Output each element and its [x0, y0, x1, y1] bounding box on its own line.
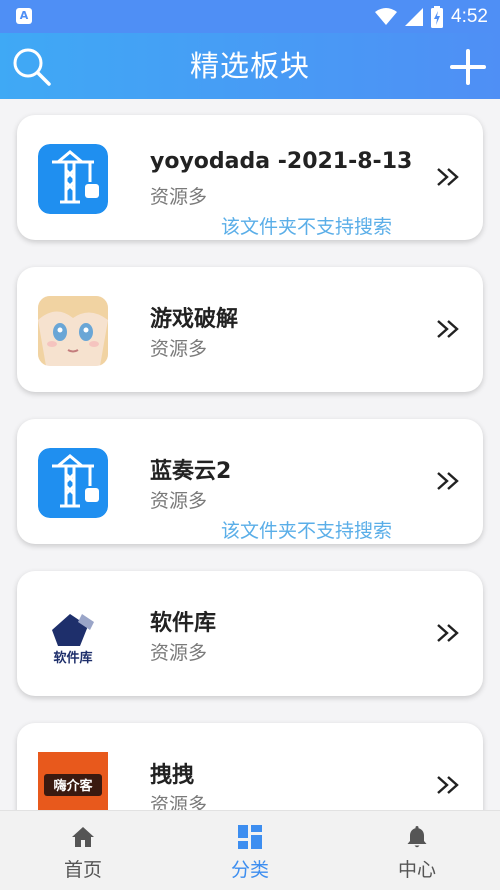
signal-icon — [405, 8, 424, 26]
board-card[interactable]: 软件库 软件库 资源多 — [17, 571, 483, 696]
nav-home[interactable]: 首页 — [23, 811, 143, 890]
software-library-logo: 软件库 — [38, 600, 108, 670]
nav-category-label: 分类 — [230, 859, 269, 881]
board-search-note: 该文件夹不支持搜索 — [221, 216, 393, 238]
page-title: 精选板块 — [189, 49, 310, 83]
add-button[interactable] — [446, 45, 490, 89]
home-icon — [72, 827, 94, 847]
orange-logo-text: 嗨介客 — [53, 778, 93, 794]
double-chevron-right-icon — [437, 776, 459, 794]
status-time: 4:52 — [451, 6, 488, 27]
board-subtitle: 资源多 — [150, 186, 208, 208]
category-grid-icon — [238, 825, 262, 849]
double-chevron-right-icon — [437, 320, 459, 338]
board-subtitle: 资源多 — [150, 642, 208, 664]
board-card[interactable]: 蓝奏云2 资源多 该文件夹不支持搜索 — [17, 419, 483, 544]
bell-icon — [407, 826, 427, 848]
board-card[interactable]: 游戏破解 资源多 — [17, 267, 483, 392]
board-list: yoyodada -2021-8-13 资源多 该文件夹不支持搜索 游戏破解 资… — [0, 99, 500, 810]
board-title: 蓝奏云2 — [150, 459, 232, 484]
board-subtitle: 资源多 — [150, 338, 208, 360]
board-title: 拽拽 — [150, 763, 195, 788]
nav-center-label: 中心 — [397, 859, 436, 881]
anime-avatar — [38, 296, 108, 366]
app-notification-icon: A — [16, 8, 32, 24]
board-subtitle: 资源多 — [150, 490, 208, 512]
software-library-logo-text: 软件库 — [53, 650, 92, 666]
orange-logo: 嗨介客 — [38, 752, 108, 810]
board-search-note: 该文件夹不支持搜索 — [221, 520, 393, 542]
crane-app-icon — [38, 448, 108, 518]
status-bar: A 4:52 — [0, 0, 500, 33]
battery-charging-icon — [431, 6, 444, 28]
board-title: 游戏破解 — [150, 307, 239, 332]
nav-home-label: 首页 — [63, 859, 102, 881]
nav-category[interactable]: 分类 — [190, 811, 310, 890]
board-title: yoyodada -2021-8-13 — [150, 149, 413, 174]
double-chevron-right-icon — [437, 624, 459, 642]
double-chevron-right-icon — [437, 168, 459, 186]
double-chevron-right-icon — [437, 472, 459, 490]
status-indicators: 4:52 — [375, 5, 488, 29]
board-subtitle: 资源多 — [150, 794, 208, 810]
plus-icon — [450, 49, 486, 85]
board-title: 软件库 — [150, 611, 217, 636]
bottom-navigation: 首页 分类 中心 — [0, 810, 500, 890]
app-bar: 精选板块 — [0, 33, 500, 99]
nav-center[interactable]: 中心 — [357, 811, 477, 890]
board-card[interactable]: 嗨介客 拽拽 资源多 — [17, 723, 483, 810]
wifi-icon — [375, 8, 398, 25]
app-notification-letter: A — [19, 9, 29, 22]
crane-app-icon — [38, 144, 108, 214]
board-card[interactable]: yoyodada -2021-8-13 资源多 该文件夹不支持搜索 — [17, 115, 483, 240]
